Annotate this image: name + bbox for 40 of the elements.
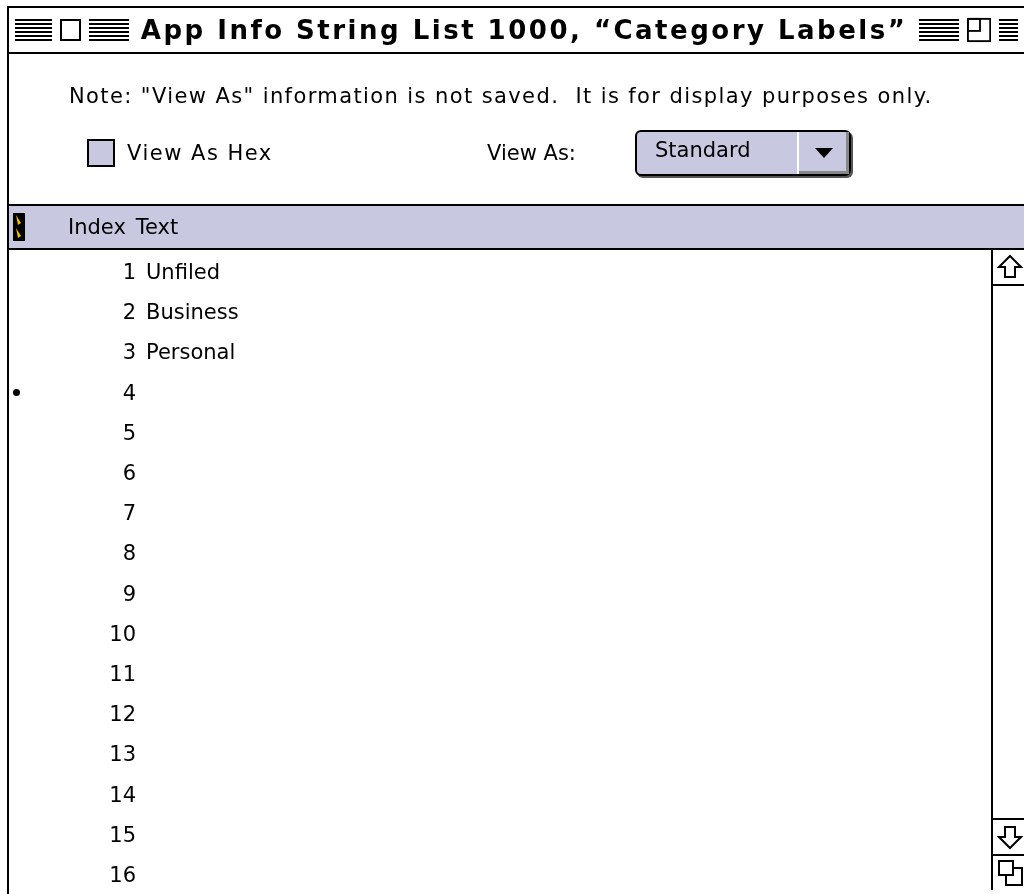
index-cell-text: 9 <box>121 581 136 606</box>
view-as-label: View As: <box>487 141 577 165</box>
scrollbar[interactable] <box>991 250 1024 890</box>
window-title: App Info String List 1000, “Category Labels” <box>139 15 909 45</box>
resize-icon[interactable] <box>997 859 1023 887</box>
view-as-hex-checkbox[interactable]: View As Hex <box>87 139 487 167</box>
close-box[interactable] <box>60 19 81 41</box>
caret-icon <box>814 147 834 159</box>
index-cell-text: 2 <box>121 300 136 325</box>
note-text: Note: "View As" information is not saved. It is for display purposes only. <box>69 84 933 108</box>
index-cell-text: 5 <box>121 420 136 445</box>
column-header: Text <box>135 215 179 239</box>
index-cell-text: 14 <box>108 782 136 807</box>
index-cell-text: 10 <box>108 621 136 646</box>
column-header: Index <box>68 215 126 239</box>
title-bar-stripes <box>999 19 1018 41</box>
checkbox[interactable] <box>87 139 115 167</box>
striped-marker-icon <box>13 213 25 241</box>
checkbox-label: View As Hex <box>127 141 273 165</box>
text-cell[interactable]: Personal <box>146 340 236 365</box>
view-as-dropdown[interactable]: Standard <box>635 130 851 176</box>
text-cell[interactable]: Unfiled <box>146 260 220 285</box>
index-cell-text: 6 <box>121 461 136 486</box>
index-cell-text: 7 <box>121 501 136 526</box>
index-cell-text: 8 <box>121 541 136 566</box>
index-cell-text: 4 <box>121 380 136 405</box>
title-bar-stripes <box>919 19 960 41</box>
index-cell-text: 15 <box>108 822 136 847</box>
index-cell-text: 1 <box>121 260 136 285</box>
down-arrow-icon[interactable] <box>997 824 1023 850</box>
index-cell-text: 11 <box>108 661 136 686</box>
index-cell-text: 3 <box>121 340 136 365</box>
title-bar-stripes <box>15 19 53 41</box>
index-cell-text: 16 <box>108 862 136 887</box>
title-bar-stripes <box>88 19 129 41</box>
zoom-box[interactable] <box>967 17 992 43</box>
index-cell-text: 12 <box>108 702 136 727</box>
text-cell[interactable]: Business <box>146 300 239 325</box>
up-arrow-icon[interactable] <box>997 254 1023 280</box>
index-cell-text: 13 <box>108 742 136 767</box>
